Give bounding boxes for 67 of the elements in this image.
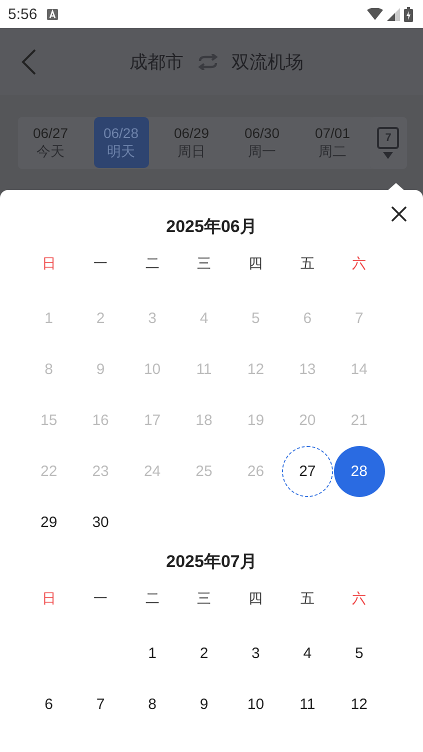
calendar-day: 11: [178, 344, 230, 395]
clock: 5:56: [8, 6, 38, 22]
calendar-day[interactable]: 12: [334, 679, 385, 730]
calendar-day[interactable]: 3: [230, 628, 282, 679]
weekday-label: 三: [196, 254, 211, 273]
selected-day[interactable]: 28: [334, 446, 385, 497]
calendar-day: 9: [75, 344, 126, 395]
weekday-label: 四: [248, 589, 263, 608]
calendar-day[interactable]: 30: [75, 497, 126, 548]
caret-icon: [383, 152, 394, 158]
calendar-day[interactable]: 10: [230, 679, 282, 730]
calendar-day: 12: [230, 344, 282, 395]
calendar-day[interactable]: 8: [126, 679, 178, 730]
calendar-day: 18: [178, 395, 230, 446]
calendar-day[interactable]: 29: [23, 497, 74, 548]
calendar-day[interactable]: 2: [178, 628, 230, 679]
month-title: 2025年07月: [165, 551, 258, 573]
calendar-day[interactable]: 11: [282, 679, 333, 730]
calendar-day: 4: [178, 293, 230, 344]
notification-icon: [47, 8, 58, 20]
calendar-day: 3: [126, 293, 178, 344]
calendar-day: 23: [75, 446, 126, 497]
calendar-day[interactable]: 6: [23, 679, 74, 730]
today-day[interactable]: 27: [282, 446, 333, 497]
calendar-day[interactable]: 9: [178, 679, 230, 730]
calendar-day: 21: [334, 395, 385, 446]
weekday-label: 六: [352, 589, 366, 608]
calendar-day: 25: [178, 446, 230, 497]
weekday-label: 四: [248, 254, 263, 273]
weekday-label: 五: [300, 254, 314, 273]
calendar-day[interactable]: 7: [75, 679, 126, 730]
calendar-day: 10: [126, 344, 178, 395]
calendar-day: 2: [75, 293, 126, 344]
wifi-icon: [367, 8, 383, 20]
close-icon[interactable]: [391, 206, 407, 222]
calendar-day: 26: [230, 446, 282, 497]
calendar-day: 13: [282, 344, 333, 395]
calendar-day: 14: [334, 344, 385, 395]
signal-icon: [387, 8, 400, 20]
weekday-label: 五: [300, 589, 314, 608]
calendar-day: 5: [230, 293, 282, 344]
swap-icon[interactable]: [198, 54, 218, 70]
weekday-label: 六: [352, 254, 366, 273]
calendar-day: 24: [126, 446, 178, 497]
weekday-label: 日: [42, 589, 56, 608]
calendar-day: 1: [23, 293, 74, 344]
calendar-day: 16: [75, 395, 126, 446]
calendar-day: 7: [334, 293, 385, 344]
weekday-label: 二: [145, 589, 160, 608]
calendar-day: 6: [282, 293, 333, 344]
calendar-day: 8: [23, 344, 74, 395]
calendar-day[interactable]: 1: [126, 628, 178, 679]
weekday-label: 三: [196, 589, 211, 608]
calendar-day: 15: [23, 395, 74, 446]
calendar-day: 22: [23, 446, 74, 497]
back-icon[interactable]: [20, 49, 38, 75]
calendar-day[interactable]: 4: [282, 628, 333, 679]
weekday-label: 一: [94, 589, 108, 608]
calendar-day[interactable]: 5: [334, 628, 385, 679]
calendar-day: 19: [230, 395, 282, 446]
calendar-day: 20: [282, 395, 333, 446]
battery-icon: [404, 6, 413, 22]
weekday-label: 一: [94, 254, 108, 273]
month-title: 2025年06月: [165, 216, 258, 238]
weekday-label: 日: [42, 254, 56, 273]
calendar-day: 17: [126, 395, 178, 446]
weekday-label: 二: [145, 254, 160, 273]
